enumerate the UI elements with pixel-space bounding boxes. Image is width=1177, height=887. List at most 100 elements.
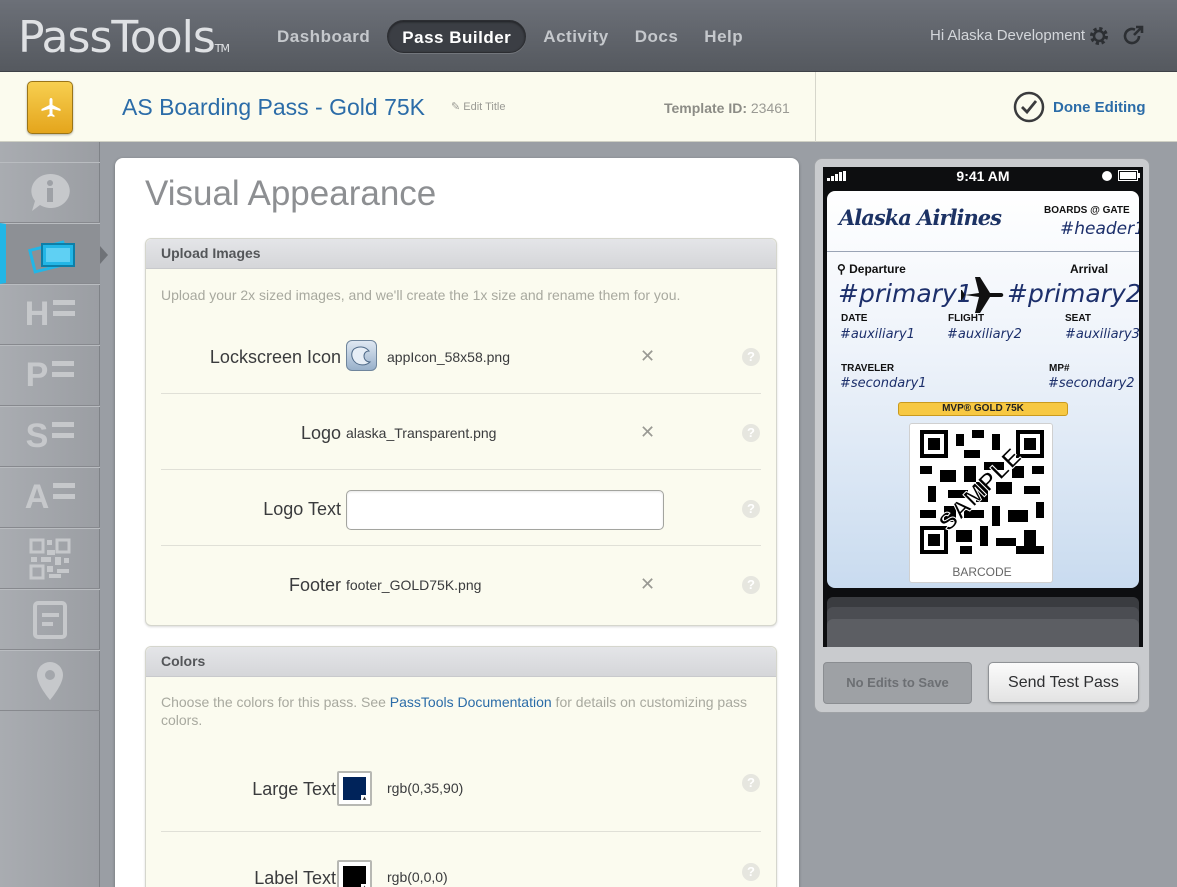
lock-rotation-icon: [1102, 171, 1112, 181]
help-icon[interactable]: ?: [742, 576, 760, 594]
checkmark-circle-icon: [1013, 91, 1045, 123]
aux-value: #auxiliary3: [1065, 327, 1139, 342]
top-nav-bar: PassToolsTM Dashboard Pass Builder Activ…: [0, 0, 1177, 72]
color-swatch[interactable]: ▴: [337, 860, 372, 887]
file-name: appIcon_58x58.png: [387, 349, 510, 365]
pass-divider: [827, 251, 1139, 252]
edit-title-link[interactable]: ✎ Edit Title: [451, 100, 505, 113]
remove-file-icon[interactable]: ✕: [640, 574, 655, 595]
field-lines-glyph: [53, 299, 76, 316]
field-lines-glyph: [53, 482, 76, 499]
boarding-pass: Alaska Airlines BOARDS @ GATE #header1 ⚲…: [827, 191, 1139, 588]
dropdown-caret-icon: ▴: [361, 795, 368, 802]
help-icon[interactable]: ?: [742, 424, 760, 442]
status-time: 9:41 AM: [956, 168, 1010, 184]
sidebar-item-locations[interactable]: [0, 650, 100, 711]
sidebar-item-secondary-fields[interactable]: S: [0, 406, 100, 467]
pass-preview-panel: 9:41 AM Alaska Airlines BOARDS @ GATE #h…: [814, 158, 1150, 713]
pass-title: AS Boarding Pass - Gold 75K: [122, 94, 425, 120]
sidebar-item-header-fields[interactable]: H: [0, 284, 100, 345]
upload-row-lockscreen-icon: Lockscreen Icon appIcon_58x58.png ✕ ?: [161, 318, 761, 394]
done-editing-button[interactable]: Done Editing: [1013, 91, 1146, 123]
header-label: BOARDS @ GATE: [1044, 205, 1130, 216]
remove-file-icon[interactable]: ✕: [640, 346, 655, 367]
departure-label: ⚲ Departure: [837, 262, 906, 276]
nav-dashboard[interactable]: Dashboard: [268, 20, 379, 53]
logout-icon[interactable]: [1121, 24, 1145, 48]
color-value: rgb(0,35,90): [387, 780, 464, 796]
main-nav: Dashboard Pass Builder Activity Docs Hel…: [268, 20, 752, 53]
sidebar-item-back-fields[interactable]: [0, 589, 100, 650]
passtools-documentation-link[interactable]: PassTools Documentation: [390, 694, 552, 710]
section-title: Colors: [146, 647, 776, 677]
section-title: Upload Images: [146, 239, 776, 269]
color-row-label-text: Label Text ▴ rgb(0,0,0) ?: [161, 832, 761, 887]
row-label: Logo Text: [263, 499, 341, 519]
page-title: Visual Appearance: [145, 174, 437, 213]
color-swatch[interactable]: ▴: [337, 771, 372, 806]
section-description: Choose the colors for this pass. See Pas…: [161, 694, 747, 728]
phone-status-bar: 9:41 AM: [823, 167, 1143, 185]
sidebar-item-primary-fields[interactable]: P: [0, 345, 100, 406]
logo-text-input[interactable]: [346, 490, 664, 530]
aux-label: FLIGHT: [948, 313, 985, 324]
color-value: rgb(0,0,0): [387, 869, 448, 885]
battery-icon: [1118, 170, 1140, 181]
nav-docs[interactable]: Docs: [626, 20, 688, 53]
secondary-label: MP#: [1049, 363, 1070, 374]
secondary-fields-icon: S: [25, 417, 49, 455]
airline-logo: Alaska Airlines: [839, 205, 1002, 230]
secondary-value: #secondary1: [840, 376, 927, 391]
active-section-pointer: [100, 246, 108, 264]
header-value: #header1: [1060, 219, 1139, 239]
file-name: alaska_Transparent.png: [346, 425, 497, 441]
aux-value: #auxiliary1: [840, 327, 915, 342]
nav-pass-builder[interactable]: Pass Builder: [387, 20, 527, 53]
barcode-icon: [29, 538, 71, 579]
color-row-large-text: Large Text ▴ rgb(0,35,90) ?: [161, 744, 761, 832]
info-icon: [31, 173, 70, 211]
pencil-icon: ✎: [451, 101, 461, 113]
field-lines-glyph: [52, 360, 75, 377]
aux-label: DATE: [841, 313, 868, 324]
primary-value-1: #primary1: [838, 279, 973, 308]
passtools-logo[interactable]: PassToolsTM: [18, 12, 230, 63]
visual-appearance-icon: [28, 239, 75, 274]
nav-help[interactable]: Help: [695, 20, 752, 53]
auxiliary-fields-icon: A: [24, 478, 50, 516]
help-icon[interactable]: ?: [742, 863, 760, 881]
sidebar-item-auxiliary-fields[interactable]: A: [0, 467, 100, 528]
row-label: Logo: [300, 423, 341, 443]
barcode: SAMPLE BARCODE: [909, 423, 1053, 583]
sidebar-item-barcode[interactable]: [0, 528, 100, 589]
divider: [815, 72, 816, 142]
app-icon-thumbnail: [346, 340, 377, 371]
row-label: Lockscreen Icon: [209, 347, 341, 367]
header-fields-icon: H: [24, 295, 50, 333]
upload-row-footer: Footer footer_GOLD75K.png ✕ ?: [161, 546, 761, 622]
boarding-pass-icon: [27, 81, 73, 134]
help-icon[interactable]: ?: [742, 774, 760, 792]
help-icon[interactable]: ?: [742, 500, 760, 518]
editor-sidebar: H P S A: [0, 142, 100, 887]
nav-activity[interactable]: Activity: [534, 20, 617, 53]
pass-stack: [827, 619, 1139, 647]
send-test-pass-button[interactable]: Send Test Pass: [988, 662, 1139, 703]
row-label: Footer: [288, 575, 341, 595]
visual-appearance-panel: Visual Appearance Upload Images Upload y…: [115, 158, 799, 887]
template-id: Template ID: 23461: [664, 100, 790, 116]
sidebar-item-info[interactable]: [0, 162, 100, 223]
remove-file-icon[interactable]: ✕: [640, 422, 655, 443]
primary-fields-icon: P: [25, 356, 49, 394]
upload-row-logo-text: Logo Text ?: [161, 470, 761, 546]
help-icon[interactable]: ?: [742, 348, 760, 366]
file-name: footer_GOLD75K.png: [346, 577, 482, 593]
arrival-label: Arrival: [1070, 262, 1109, 276]
template-title-bar: AS Boarding Pass - Gold 75K ✎ Edit Title…: [0, 72, 1177, 142]
sidebar-item-visual-appearance[interactable]: [0, 223, 100, 284]
gear-icon[interactable]: [1087, 24, 1111, 48]
phone-preview: 9:41 AM Alaska Airlines BOARDS @ GATE #h…: [823, 167, 1143, 647]
section-description: Upload your 2x sized images, and we'll c…: [161, 287, 681, 303]
location-icon: [37, 661, 63, 700]
colors-section: Colors Choose the colors for this pass. …: [145, 646, 777, 887]
